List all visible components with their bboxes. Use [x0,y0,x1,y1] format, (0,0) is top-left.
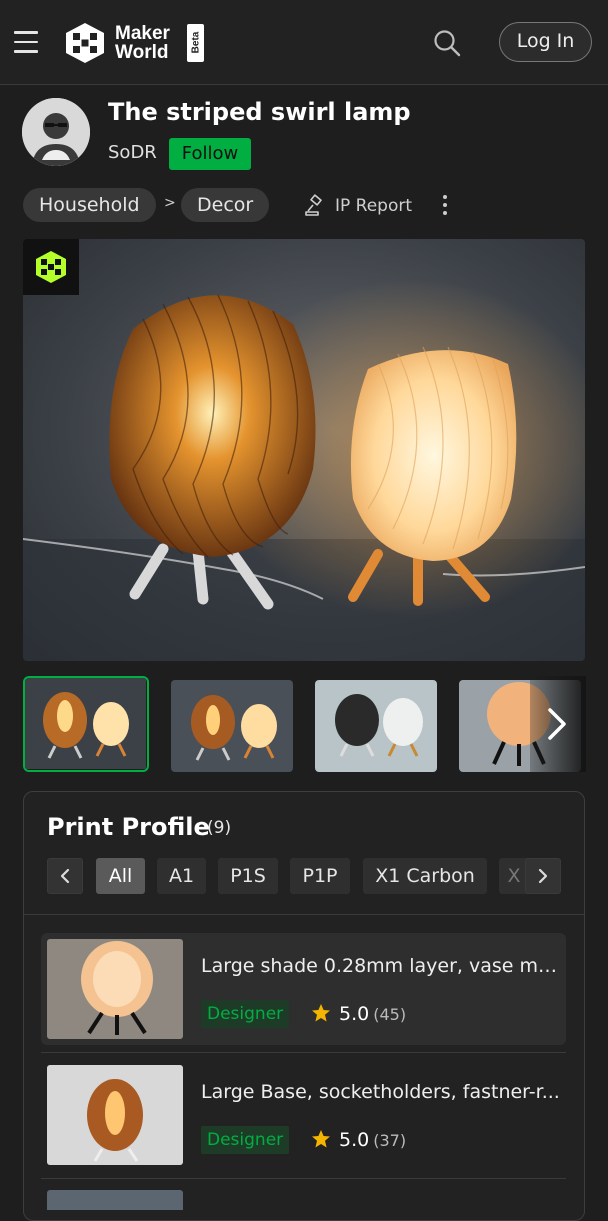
thumbnail-2-image [171,680,293,772]
chevron-right-icon [548,708,566,740]
thumbnail-2[interactable] [171,680,293,772]
hamburger-menu-icon[interactable] [14,31,38,53]
profile-thumbnail-image [47,939,183,1039]
profile-name: Large Base, socketholders, fastner-r... [201,1081,560,1103]
top-bar: Maker World Beta Log In [0,0,608,85]
chevron-left-icon [60,868,70,884]
ip-report-label: IP Report [335,196,413,216]
follow-button[interactable]: Follow [169,138,251,170]
beta-label: Beta [190,31,202,54]
makerworld-badge-icon [36,251,66,283]
thumbnail-strip [23,676,585,776]
filter-all[interactable]: All [96,858,145,894]
breadcrumb-household[interactable]: Household [23,188,156,222]
print-profile-card: Print Profile (9) All A1 P1S P1P X1 Carb… [23,791,585,1221]
designer-tag: Designer [201,1126,290,1154]
model-title: The striped swirl lamp [108,98,411,126]
breadcrumb-decor[interactable]: Decor [181,188,270,222]
makerworld-logo-icon [66,23,104,63]
ip-report-icon [305,194,322,216]
filter-prev-button[interactable] [47,858,83,894]
rating-value: 5.0 [339,1129,370,1151]
beta-badge: Beta [187,24,204,62]
avatar-icon [22,98,90,166]
thumbnail-1[interactable] [23,676,149,772]
designer-tag: Designer [201,1000,290,1028]
profile-item[interactable]: Large Base, socketholders, fastner-r... … [41,1059,566,1171]
profile-rating: 5.0 (45) [311,1000,406,1028]
filter-p1s[interactable]: P1S [218,858,278,894]
makerworld-logo[interactable]: Maker World Beta [64,22,214,64]
review-count: (37) [373,1131,407,1150]
makerworld-badge [23,239,79,295]
author-name[interactable]: SoDR [108,142,157,163]
review-count: (45) [373,1005,407,1024]
thumbnail-next-button[interactable] [530,676,586,772]
thumbnail-3[interactable] [315,680,437,772]
ip-report-button[interactable]: IP Report [303,192,412,220]
filter-a1[interactable]: A1 [157,858,206,894]
profile-thumbnail-partial[interactable] [47,1190,183,1210]
chevron-right-icon [538,868,548,884]
hero-lamps-illustration [23,239,585,661]
profile-item[interactable]: Large shade 0.28mm layer, vase mo... Des… [41,933,566,1045]
thumbnail-3-image [315,680,437,772]
row-separator [41,1178,566,1179]
filter-p1p[interactable]: P1P [290,858,350,894]
star-icon [312,1004,330,1022]
profile-name: Large shade 0.28mm layer, vase mo... [201,955,561,977]
rating-value: 5.0 [339,1003,370,1025]
profile-thumbnail [47,939,183,1039]
divider [24,914,584,915]
filter-next-button[interactable] [525,858,561,894]
more-vertical-icon[interactable] [436,192,454,220]
profile-rating: 5.0 (37) [311,1126,406,1154]
logo-line-1: Maker [115,23,170,44]
print-profile-count: (9) [207,818,232,838]
author-avatar[interactable] [22,98,90,166]
login-button[interactable]: Log In [499,22,592,62]
star-icon [312,1130,330,1148]
profile-thumbnail [47,1065,183,1165]
hero-image[interactable] [23,239,585,661]
search-icon[interactable] [432,28,462,58]
profile-thumbnail-image [47,1065,183,1165]
logo-wordmark: Maker World [115,24,170,62]
breadcrumb-separator: > [164,195,176,211]
filter-x1-carbon[interactable]: X1 Carbon [363,858,487,894]
thumbnail-1-image [25,678,146,769]
row-separator [41,1052,566,1053]
logo-line-2: World [115,42,169,63]
print-profile-title: Print Profile [47,813,210,841]
